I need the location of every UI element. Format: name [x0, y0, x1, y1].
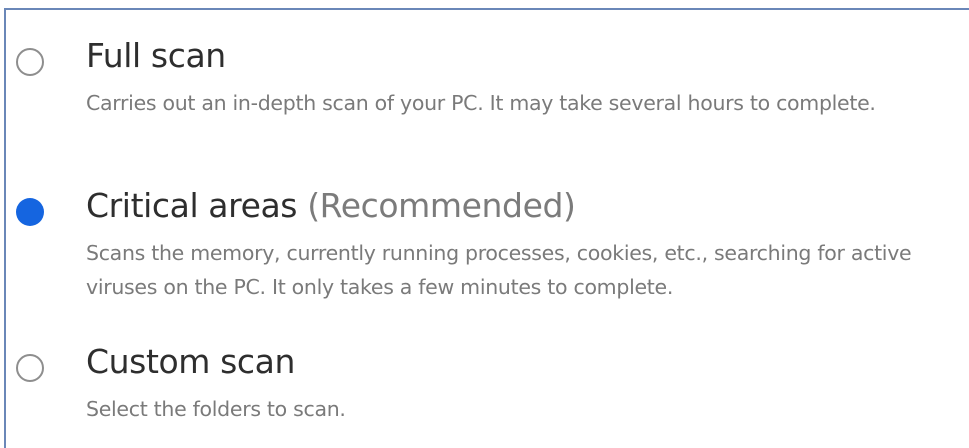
critical-areas-title-text: Critical areas	[86, 186, 298, 225]
critical-areas-radio[interactable]	[16, 198, 44, 226]
full-scan-title: Full scan	[86, 36, 226, 75]
custom-scan-title: Custom scan	[86, 342, 295, 381]
recommended-tag: (Recommended)	[307, 186, 576, 225]
full-scan-description: Carries out an in-depth scan of your PC.…	[86, 91, 876, 115]
option-critical-areas[interactable]: Critical areas (Recommended) Scans the m…	[0, 180, 965, 320]
option-custom-scan[interactable]: Custom scan Select the folders to scan.	[0, 330, 965, 433]
critical-areas-description: Scans the memory, currently running proc…	[86, 241, 912, 299]
custom-scan-description: Select the folders to scan.	[86, 397, 346, 421]
custom-scan-radio[interactable]	[16, 354, 44, 382]
full-scan-radio[interactable]	[16, 48, 44, 76]
option-full-scan[interactable]: Full scan Carries out an in-depth scan o…	[0, 0, 965, 130]
critical-areas-title: Critical areas (Recommended)	[86, 186, 576, 225]
